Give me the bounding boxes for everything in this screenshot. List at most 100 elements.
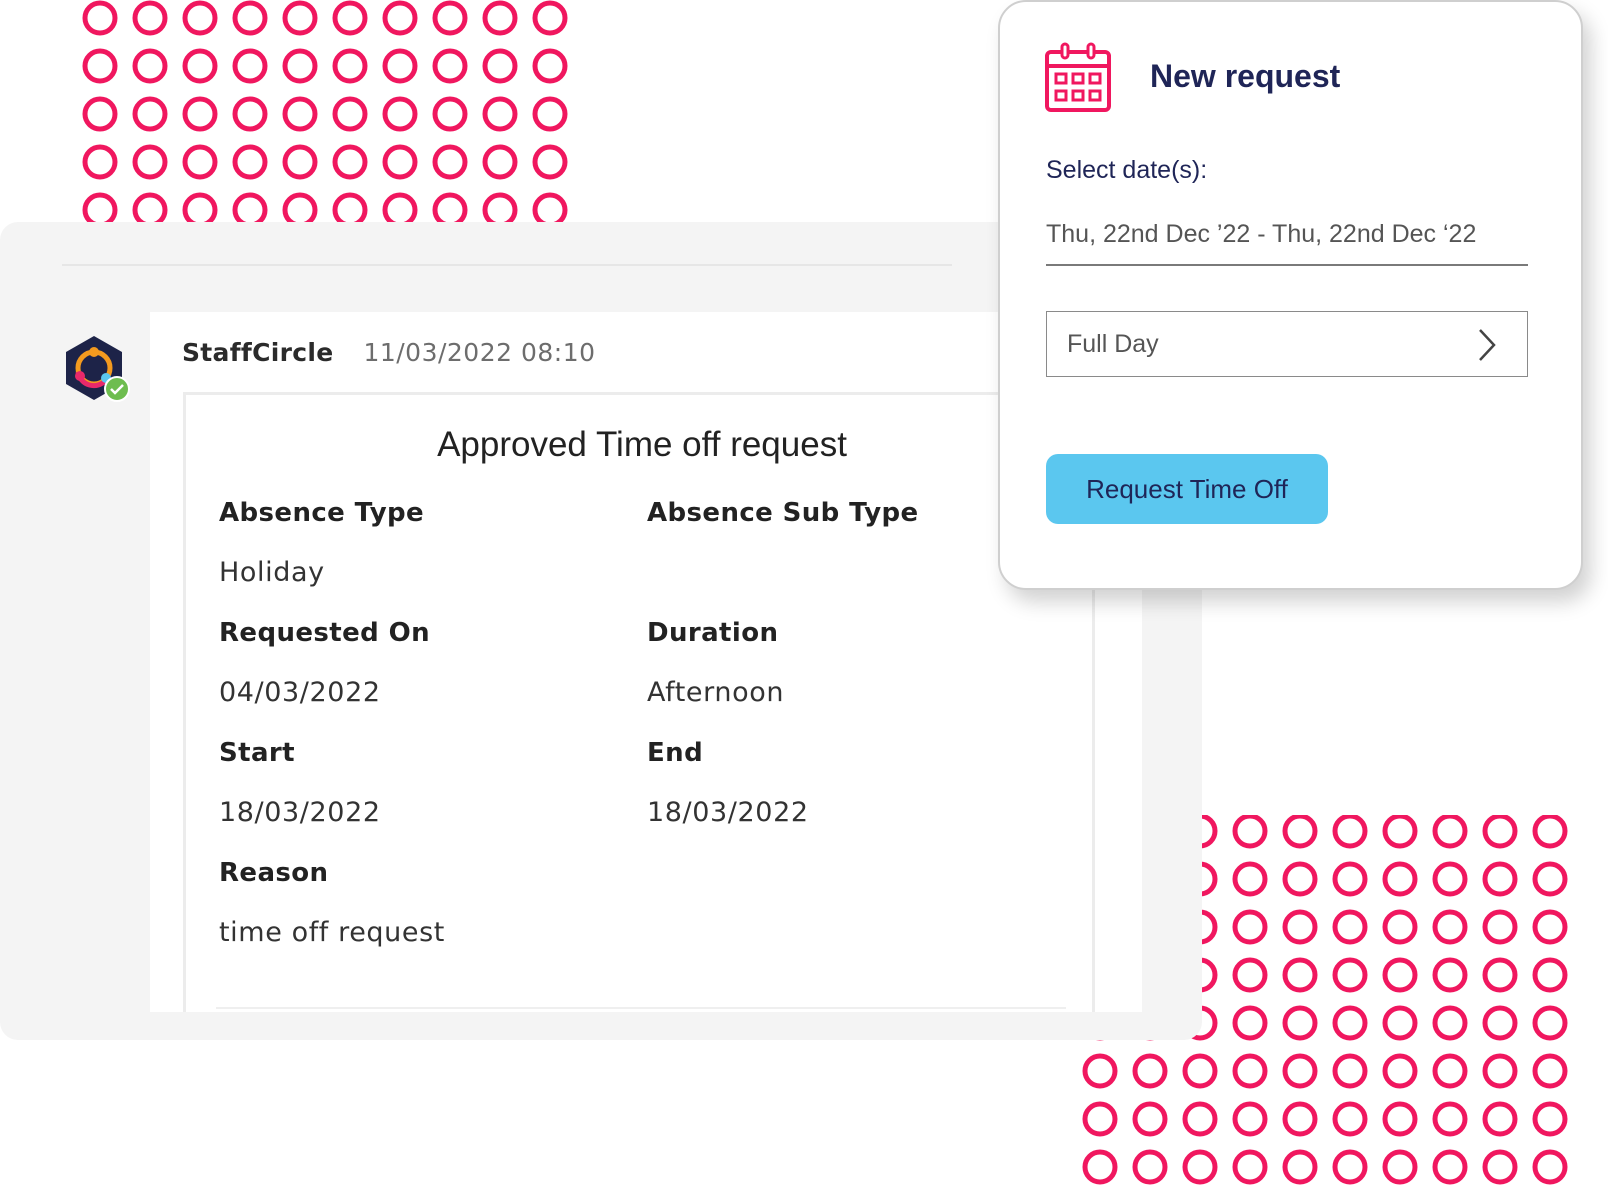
message-header: StaffCircle 11/03/2022 08:10 [182, 338, 596, 367]
decorative-circle [282, 0, 318, 36]
reason-value: time off request [219, 917, 445, 948]
decorative-circle [482, 144, 518, 180]
decorative-circle [1232, 1149, 1268, 1185]
decorative-circle [1482, 909, 1518, 945]
absence-sub-type-label: Absence Sub Type [647, 498, 919, 528]
decorative-circle [532, 192, 568, 222]
decorative-circle [1232, 957, 1268, 993]
decorative-circle [232, 144, 268, 180]
decorative-circle [1332, 1101, 1368, 1137]
date-range-input[interactable]: Thu, 22nd Dec ’22 - Thu, 22nd Dec ‘22 [1046, 220, 1528, 266]
decorative-circle [382, 192, 418, 222]
decorative-circle [382, 48, 418, 84]
decorative-circle [132, 48, 168, 84]
decorative-circle [132, 144, 168, 180]
decorative-circle [1232, 815, 1268, 849]
decorative-circle [1282, 1053, 1318, 1089]
select-dates-label: Select date(s): [1046, 156, 1208, 184]
decorative-circle [382, 96, 418, 132]
decorative-circle [1432, 1005, 1468, 1041]
decorative-circle [232, 48, 268, 84]
date-range-value: Thu, 22nd Dec ’22 - Thu, 22nd Dec ‘22 [1046, 220, 1477, 248]
decorative-circle [532, 144, 568, 180]
decorative-circle [1432, 909, 1468, 945]
requested-on-label: Requested On [219, 618, 431, 648]
decorative-circle [232, 96, 268, 132]
new-request-title: New request [1150, 58, 1341, 94]
card-title: Approved Time off request [437, 425, 847, 464]
divider [62, 264, 952, 266]
decorative-circle [1132, 1149, 1168, 1185]
decorative-circle [1082, 1101, 1118, 1137]
decorative-circle [1532, 815, 1568, 849]
approved-request-card: Approved Time off request Absence Type A… [183, 392, 1095, 1012]
decorative-circle [1532, 1005, 1568, 1041]
message-area: StaffCircle 11/03/2022 08:10 Approved Ti… [150, 312, 1142, 1012]
decorative-circle [1532, 957, 1568, 993]
decorative-circle [482, 48, 518, 84]
decorative-circle [332, 96, 368, 132]
absence-type-value: Holiday [219, 557, 325, 588]
decorative-circle [1532, 909, 1568, 945]
decorative-circle [132, 96, 168, 132]
decorative-circle [432, 192, 468, 222]
duration-label: Duration [647, 618, 779, 648]
decorative-circle [1382, 957, 1418, 993]
decorative-circle [1232, 1005, 1268, 1041]
decorative-circle [1282, 861, 1318, 897]
end-value: 18/03/2022 [647, 797, 809, 828]
decorative-circle [1232, 909, 1268, 945]
decorative-circle [282, 192, 318, 222]
decorative-circle [382, 144, 418, 180]
decorative-circle [1282, 815, 1318, 849]
decorative-circle [182, 0, 218, 36]
decorative-circle [482, 96, 518, 132]
decorative-circle [182, 192, 218, 222]
start-value: 18/03/2022 [219, 797, 381, 828]
decorative-circle [482, 0, 518, 36]
decorative-circle [1282, 1005, 1318, 1041]
decorative-circle [332, 192, 368, 222]
decorative-circle [1232, 1101, 1268, 1137]
divider [216, 1007, 1066, 1009]
decorative-circle [332, 0, 368, 36]
decorative-circle [282, 96, 318, 132]
decorative-circle [1482, 1005, 1518, 1041]
decorative-circle [1282, 1101, 1318, 1137]
online-check-icon [104, 376, 130, 402]
decorative-circle [1332, 861, 1368, 897]
message-sender[interactable]: StaffCircle [182, 338, 333, 367]
decorative-circle [1482, 861, 1518, 897]
decorative-circle [1382, 815, 1418, 849]
decorative-circle [1482, 1101, 1518, 1137]
decorative-circle [82, 48, 118, 84]
decorative-circle [1432, 815, 1468, 849]
decorative-circle [1482, 1149, 1518, 1185]
decorative-circle [432, 0, 468, 36]
duration-value: Afternoon [647, 677, 785, 708]
decorative-circle [1332, 909, 1368, 945]
decorative-circle [82, 192, 118, 222]
decorative-circle [1382, 1149, 1418, 1185]
request-time-off-button[interactable]: Request Time Off [1046, 454, 1328, 524]
start-label: Start [219, 738, 295, 768]
decorative-circle [1282, 909, 1318, 945]
avatar[interactable] [60, 334, 132, 406]
decorative-circle [1532, 1053, 1568, 1089]
decorative-circle [432, 48, 468, 84]
new-request-panel: New request Select date(s): Thu, 22nd De… [998, 0, 1583, 590]
decorative-circle [132, 192, 168, 222]
decorative-circle [82, 0, 118, 36]
duration-select[interactable]: Full Day [1046, 311, 1528, 377]
decorative-circle [1532, 1149, 1568, 1185]
decorative-circle [82, 96, 118, 132]
decorative-circle [1132, 1053, 1168, 1089]
decorative-circle [1332, 815, 1368, 849]
decorative-circle [1082, 1149, 1118, 1185]
decorative-circle [1432, 1101, 1468, 1137]
message-timestamp: 11/03/2022 08:10 [363, 338, 596, 367]
decorative-circle [332, 48, 368, 84]
calendar-icon [1044, 42, 1112, 118]
decorative-circle [1282, 1149, 1318, 1185]
decorative-circle [1332, 1053, 1368, 1089]
